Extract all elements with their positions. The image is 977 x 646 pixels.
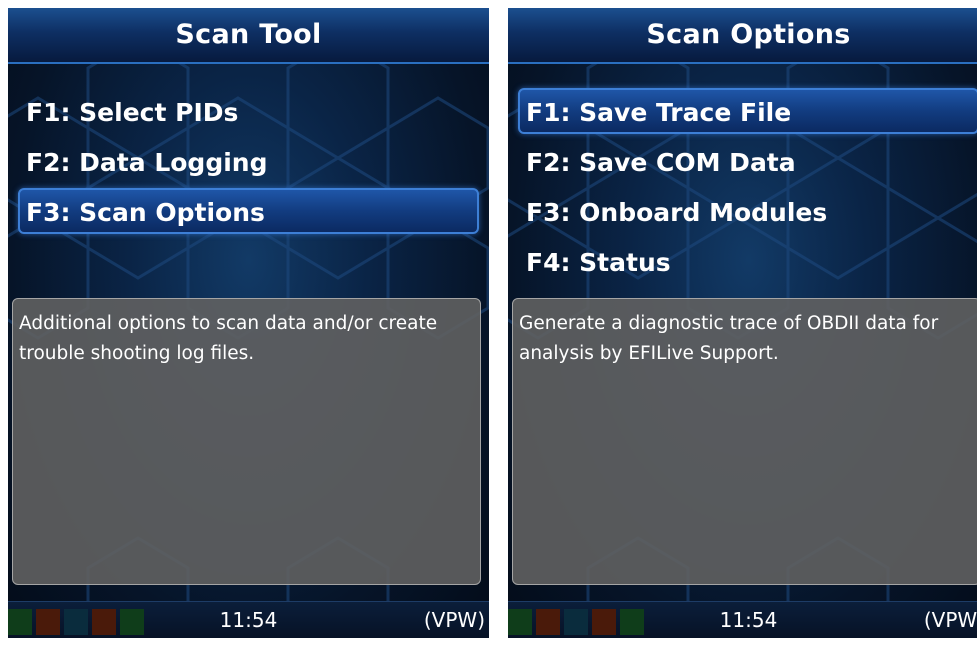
menu-item-status[interactable]: F4: Status [518,238,977,284]
menu-item-onboard-modules[interactable]: F3: Onboard Modules [518,188,977,234]
scan-options-screen: Scan Options F1: Save Trace File F2: Sav… [508,8,977,638]
menu-item-select-pids[interactable]: F1: Select PIDs [18,88,479,134]
menu-list: F1: Save Trace File F2: Save COM Data F3… [508,88,977,288]
screen-title: Scan Options [508,8,977,64]
clock: 11:54 [219,608,278,632]
menu-item-scan-options[interactable]: F3: Scan Options [18,188,479,234]
screen-title: Scan Tool [8,8,489,64]
status-bar: 11:54 (VPW) [508,601,977,638]
menu-item-save-trace-file[interactable]: F1: Save Trace File [518,88,977,134]
menu-list: F1: Select PIDs F2: Data Logging F3: Sca… [8,88,489,238]
status-bar: 11:54 (VPW) [8,601,489,638]
menu-item-save-com-data[interactable]: F2: Save COM Data [518,138,977,184]
clock: 11:54 [719,608,778,632]
scan-tool-screen: Scan Tool F1: Select PIDs F2: Data Loggi… [8,8,489,638]
description-panel: Additional options to scan data and/or c… [12,298,481,585]
protocol-indicator: (VPW) [923,608,977,632]
description-panel: Generate a diagnostic trace of OBDII dat… [512,298,977,585]
menu-item-data-logging[interactable]: F2: Data Logging [18,138,479,184]
protocol-indicator: (VPW) [423,608,485,632]
